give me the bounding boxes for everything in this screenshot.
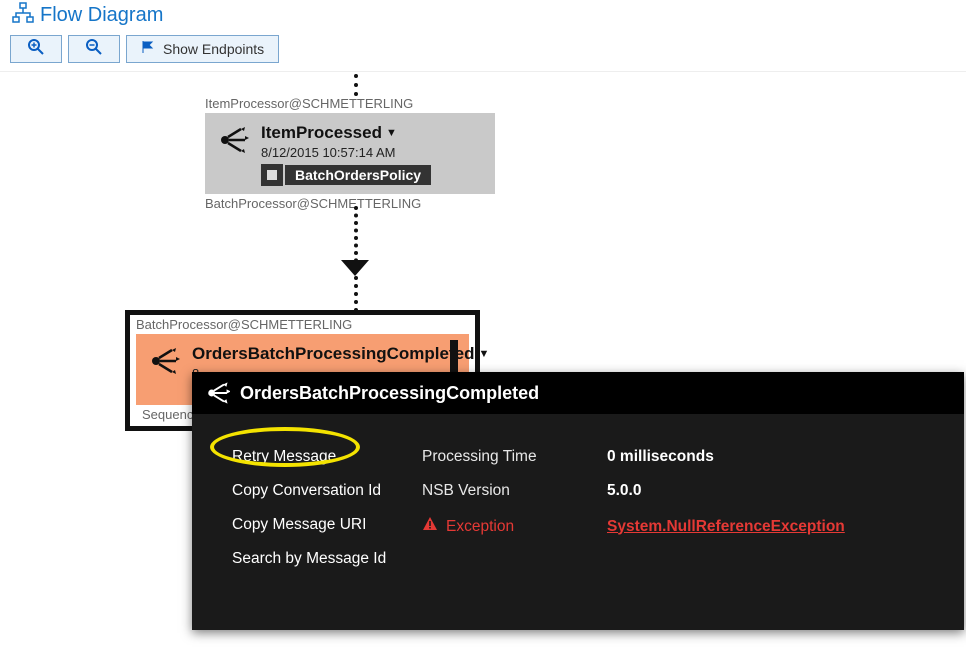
connector-line (354, 276, 358, 312)
page-title: Flow Diagram (40, 4, 163, 27)
zoom-out-icon (85, 38, 103, 61)
publish-icon (204, 380, 230, 406)
exception-label: Exception (446, 518, 514, 536)
nsb-version-label: NSB Version (422, 482, 607, 500)
source-endpoint-label: BatchProcessor@SCHMETTERLING (136, 317, 469, 332)
saga-stop-icon (261, 164, 283, 186)
popup-title: OrdersBatchProcessingCompleted (240, 383, 539, 404)
copy-message-uri-menu-item[interactable]: Copy Message URI (232, 508, 422, 542)
processing-time-value: 0 milliseconds (607, 448, 714, 466)
zoom-in-button[interactable] (10, 35, 62, 63)
zoom-out-button[interactable] (68, 35, 120, 63)
node-timestamp: 8/12/2015 10:57:14 AM (261, 145, 485, 160)
node-title: ItemProcessed (261, 123, 382, 143)
publish-icon (146, 344, 180, 378)
publish-icon (215, 123, 249, 157)
zoom-in-icon (27, 38, 45, 61)
message-detail-popup: OrdersBatchProcessingCompleted Retry Mes… (192, 372, 964, 630)
node-title: OrdersBatchProcessingCompleted (192, 344, 474, 364)
show-endpoints-label: Show Endpoints (163, 41, 264, 57)
nsb-version-value: 5.0.0 (607, 482, 641, 500)
destination-endpoint-label: BatchProcessor@SCHMETTERLING (205, 196, 495, 211)
saga-tag[interactable]: BatchOrdersPolicy (285, 165, 431, 185)
retry-message-menu-item[interactable]: Retry Message (232, 440, 422, 474)
arrow-head-icon (341, 260, 369, 276)
flow-diagram-icon (12, 2, 34, 29)
connector-line (354, 74, 358, 96)
endpoint-flag-icon (141, 40, 155, 59)
copy-conversation-id-menu-item[interactable]: Copy Conversation Id (232, 474, 422, 508)
warning-icon (422, 516, 438, 537)
search-by-message-id-menu-item[interactable]: Search by Message Id (232, 542, 422, 576)
chevron-down-icon[interactable]: ▼ (478, 348, 489, 360)
message-node-item-processed[interactable]: ItemProcessed ▼ 8/12/2015 10:57:14 AM Ba… (205, 113, 495, 194)
chevron-down-icon[interactable]: ▼ (386, 127, 397, 139)
source-endpoint-label: ItemProcessor@SCHMETTERLING (205, 96, 495, 111)
exception-link[interactable]: System.NullReferenceException (607, 518, 845, 536)
processing-time-label: Processing Time (422, 448, 607, 466)
show-endpoints-button[interactable]: Show Endpoints (126, 35, 279, 63)
